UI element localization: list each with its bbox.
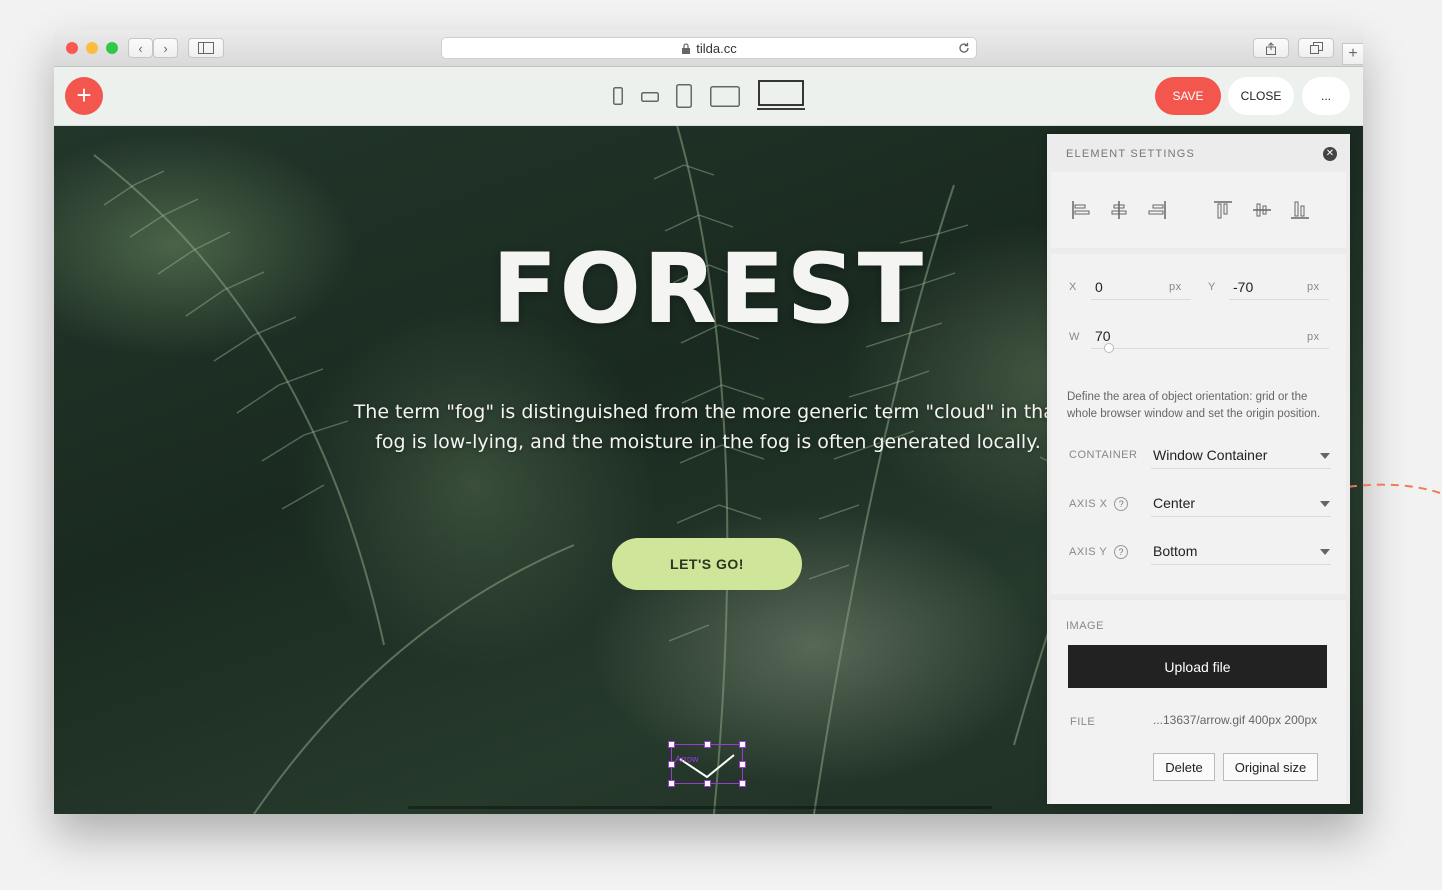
reload-icon[interactable] — [958, 42, 970, 54]
axis-y-select[interactable]: Bottom — [1153, 543, 1197, 559]
lets-go-button[interactable]: LET'S GO! — [612, 538, 802, 590]
resize-handle-top-left[interactable] — [668, 741, 675, 748]
axis-x-label: AXIS X? — [1069, 497, 1129, 511]
resize-handle-bottom-right[interactable] — [739, 780, 746, 787]
align-center-horizontal-icon[interactable] — [1109, 200, 1129, 220]
add-block-button[interactable]: + — [65, 77, 103, 115]
w-input[interactable]: 70 — [1095, 328, 1111, 344]
axis-y-underline — [1151, 564, 1331, 565]
lock-icon — [682, 42, 691, 54]
x-input-underline — [1091, 299, 1191, 300]
original-size-button[interactable]: Original size — [1223, 753, 1318, 781]
back-button[interactable]: ‹ — [128, 38, 153, 58]
y-label: Y — [1208, 281, 1216, 293]
desktop-icon[interactable] — [757, 80, 805, 110]
phone-landscape-icon[interactable] — [641, 92, 659, 102]
resize-handle-left[interactable] — [668, 761, 675, 768]
selected-arrow-element[interactable]: Arrow — [668, 741, 746, 787]
axis-y-label-text: AXIS Y — [1069, 545, 1108, 558]
chevron-right-icon: › — [163, 40, 168, 56]
phone-portrait-icon[interactable] — [613, 87, 623, 105]
axis-y-label: AXIS Y? — [1069, 545, 1129, 559]
plus-icon: + — [1348, 45, 1358, 62]
w-slider-handle[interactable] — [1104, 343, 1114, 353]
resize-handle-top-right[interactable] — [739, 741, 746, 748]
horizontal-scrollbar[interactable] — [408, 806, 992, 809]
close-button[interactable]: CLOSE — [1228, 77, 1294, 115]
y-input[interactable]: -70 — [1233, 279, 1253, 295]
zoom-window-button[interactable] — [106, 42, 118, 54]
align-right-icon[interactable] — [1147, 200, 1167, 220]
container-select[interactable]: Window Container — [1153, 447, 1267, 463]
align-left-icon[interactable] — [1071, 200, 1091, 220]
editor-toolbar: + SAVE CLOSE ... — [54, 67, 1363, 126]
url-text: tilda.cc — [696, 40, 737, 56]
alignment-card — [1051, 172, 1346, 248]
forward-button[interactable]: › — [153, 38, 178, 58]
axis-x-underline — [1151, 516, 1331, 517]
align-middle-vertical-icon[interactable] — [1252, 200, 1272, 220]
w-unit: px — [1307, 331, 1320, 343]
axis-y-dropdown-icon[interactable] — [1320, 549, 1330, 555]
help-icon[interactable]: ? — [1114, 545, 1129, 559]
sidebar-toggle-button[interactable] — [188, 38, 224, 58]
container-dropdown-icon[interactable] — [1320, 453, 1330, 459]
resize-handle-bottom-left[interactable] — [668, 780, 675, 787]
resize-handle-right[interactable] — [739, 761, 746, 768]
x-unit: px — [1169, 281, 1182, 293]
image-section-label: IMAGE — [1066, 620, 1104, 632]
tablet-portrait-icon[interactable] — [676, 84, 692, 108]
tablet-landscape-icon[interactable] — [710, 86, 740, 107]
axis-x-label-text: AXIS X — [1069, 497, 1108, 510]
address-bar[interactable]: tilda.cc — [441, 37, 977, 59]
chevron-left-icon: ‹ — [138, 40, 143, 56]
container-underline — [1151, 468, 1331, 469]
element-label: Arrow — [675, 754, 699, 764]
upload-file-button[interactable]: Upload file — [1068, 645, 1327, 688]
save-button[interactable]: SAVE — [1155, 77, 1221, 115]
browser-window: ‹ › tilda.cc + + SAVE CLOSE ... FOREST T… — [54, 30, 1363, 814]
close-icon: ✕ — [1325, 148, 1335, 159]
share-icon — [1266, 41, 1276, 55]
share-button[interactable] — [1253, 38, 1289, 58]
tabs-icon — [1309, 42, 1323, 54]
x-label: X — [1069, 281, 1077, 293]
resize-handle-top[interactable] — [704, 741, 711, 748]
y-unit: px — [1307, 281, 1320, 293]
help-icon[interactable]: ? — [1114, 497, 1129, 511]
axis-x-select[interactable]: Center — [1153, 495, 1195, 511]
minimize-window-button[interactable] — [86, 42, 98, 54]
w-slider-track[interactable] — [1091, 348, 1329, 349]
file-value: ...13637/arrow.gif 400px 200px — [1153, 713, 1318, 727]
w-label: W — [1069, 331, 1080, 343]
plus-icon: + — [76, 80, 92, 110]
y-input-underline — [1229, 299, 1329, 300]
browser-titlebar: ‹ › tilda.cc + — [54, 30, 1363, 67]
hero-description[interactable]: The term "fog" is distinguished from the… — [348, 397, 1068, 457]
delete-button[interactable]: Delete — [1153, 753, 1215, 781]
align-top-icon[interactable] — [1213, 200, 1233, 220]
container-label: CONTAINER — [1069, 449, 1138, 461]
image-card: IMAGE Upload file FILE ...13637/arrow.gi… — [1051, 600, 1346, 804]
axis-x-dropdown-icon[interactable] — [1320, 501, 1330, 507]
new-tab-button[interactable]: + — [1342, 43, 1363, 65]
file-label: FILE — [1070, 716, 1096, 728]
close-window-button[interactable] — [66, 42, 78, 54]
x-input[interactable]: 0 — [1095, 279, 1103, 295]
element-settings-panel: ELEMENT SETTINGS ✕ X 0 px Y -70 px W 70 … — [1047, 134, 1350, 804]
sidebar-icon — [198, 42, 214, 54]
panel-title: ELEMENT SETTINGS — [1066, 148, 1196, 160]
orientation-description: Define the area of object orientation: g… — [1067, 391, 1321, 420]
panel-close-button[interactable]: ✕ — [1323, 147, 1337, 161]
more-options-button[interactable]: ... — [1302, 77, 1350, 115]
arrow-down-icon — [679, 754, 735, 779]
resize-handle-bottom[interactable] — [704, 780, 711, 787]
align-bottom-icon[interactable] — [1290, 200, 1310, 220]
position-card: X 0 px Y -70 px W 70 px Define the area … — [1051, 254, 1346, 594]
tabs-overview-button[interactable] — [1298, 38, 1334, 58]
